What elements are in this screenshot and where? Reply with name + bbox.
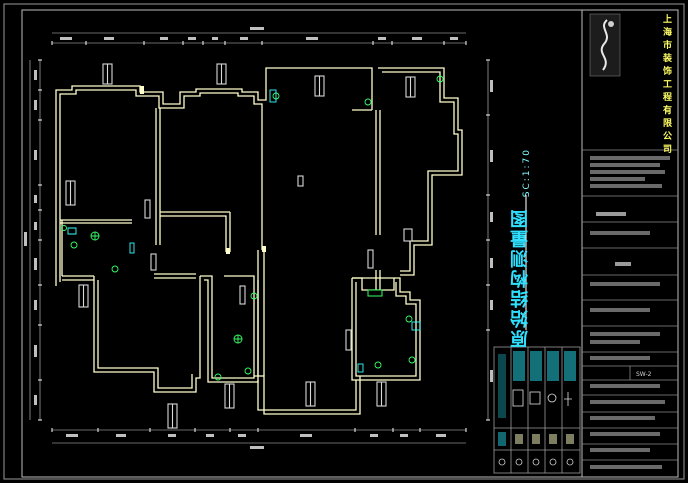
drawing-scale: SC:1:70 [522, 148, 532, 198]
sheet-inner-border [21, 9, 679, 478]
sliding-door [367, 289, 383, 297]
fixtures-cyan [67, 89, 421, 373]
drawing-number: SW-2 [636, 371, 652, 378]
drawing-title: 原始结构测量图 [510, 208, 531, 348]
legend-cells [498, 351, 576, 466]
company-name: 上海市装饰工程有限公司 [661, 14, 671, 157]
title-block [582, 149, 678, 461]
title-block-text-placeholders [590, 156, 670, 469]
walls [55, 67, 463, 415]
floor-plan-drawing [3, 3, 685, 480]
company-logo [589, 13, 621, 77]
fixtures [61, 75, 444, 381]
wall-fills [140, 86, 266, 254]
windows [65, 63, 416, 429]
